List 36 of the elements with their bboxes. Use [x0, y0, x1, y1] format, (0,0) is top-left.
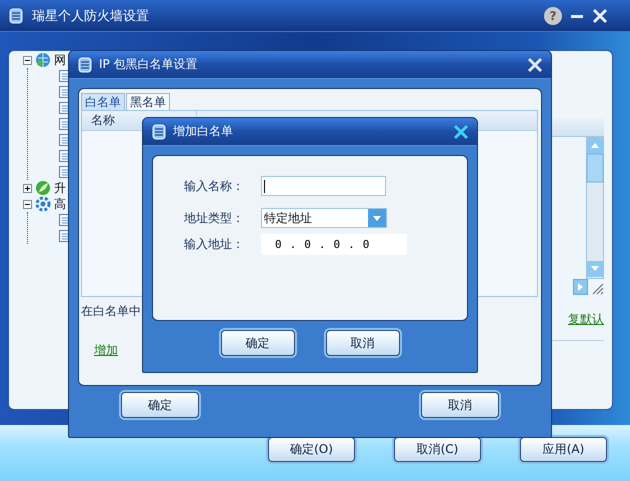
close-icon[interactable] [527, 56, 543, 72]
footer-button[interactable]: 取消(C) [394, 437, 481, 462]
shield-icon [151, 124, 167, 140]
shield-icon [77, 56, 93, 72]
shield-icon [8, 8, 24, 24]
link[interactable]: 复默认 [568, 311, 604, 328]
window-title: 瑞星个人防火墙设置 [32, 8, 149, 24]
help-button[interactable]: ? [544, 6, 562, 24]
tree-item[interactable]: 网 [54, 52, 66, 68]
input-field[interactable] [261, 176, 386, 196]
dropdown[interactable]: 特定地址 [261, 208, 387, 228]
add-link[interactable]: 增加 [94, 342, 118, 359]
close-icon[interactable] [453, 124, 469, 140]
collapse-icon[interactable] [23, 56, 32, 64]
dialog-button[interactable]: 确定 [220, 330, 294, 356]
leaf-icon [35, 180, 51, 196]
footer-button[interactable]: 应用(A) [520, 437, 607, 462]
tree-item[interactable]: 升 [54, 180, 66, 196]
gear-icon [35, 196, 51, 212]
dialog-button[interactable]: 确定 [121, 392, 199, 418]
ip-address-field[interactable]: 0 . 0 . 0 . 0 [261, 234, 407, 254]
dialog-button[interactable]: 取消 [421, 392, 499, 418]
expand-icon[interactable] [23, 184, 32, 192]
field-label: 地址类型： [184, 210, 245, 226]
note-text: 在白名单中 [81, 303, 141, 320]
scroll-right-icon[interactable] [573, 279, 588, 295]
field-label: 输入名称： [184, 178, 245, 194]
dialog-button[interactable]: 取消 [326, 330, 400, 356]
globe-icon [35, 52, 51, 68]
tab[interactable]: 黑名单 [126, 93, 170, 110]
tab[interactable]: 白名单 [81, 93, 125, 110]
collapse-icon[interactable] [23, 200, 32, 208]
window-title: IP 包黑白名单设置 [99, 56, 198, 73]
field-label: 输入地址： [184, 236, 245, 252]
footer-button[interactable]: 确定(O) [268, 437, 355, 462]
tree-item[interactable]: 高 [54, 196, 66, 212]
